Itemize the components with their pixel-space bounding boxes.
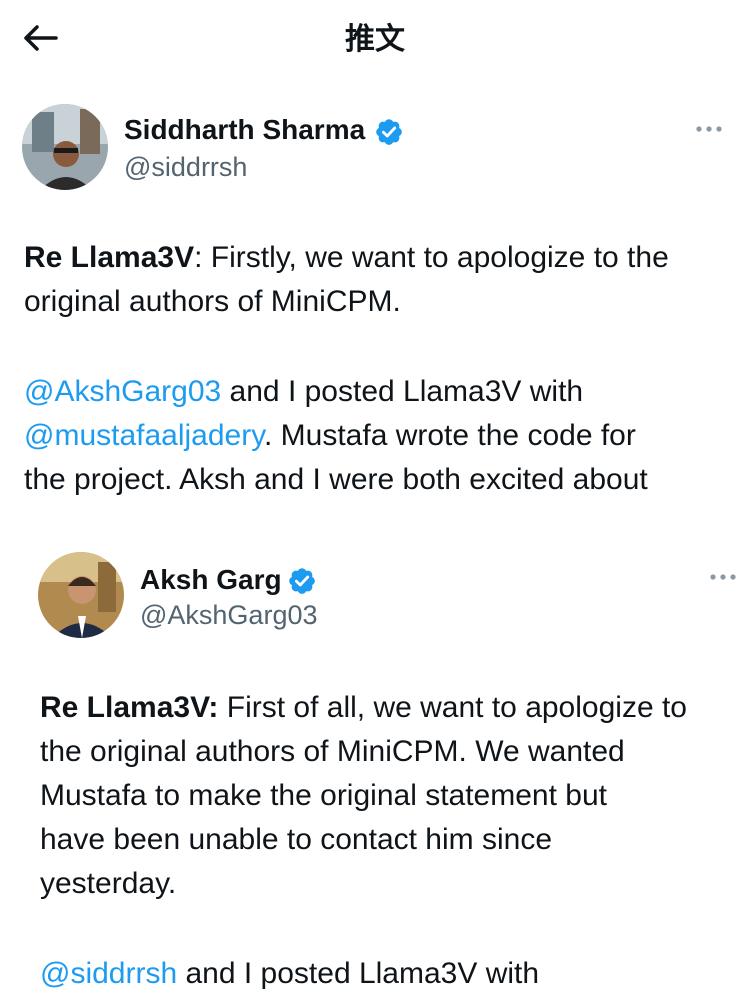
tweet-bold-text: Re Llama3V: xyxy=(40,691,219,724)
top-bar: 推文 xyxy=(0,0,750,80)
tweet-text: First of all, we want to apologize to xyxy=(218,691,687,724)
tweet-text: : Firstly, we want to apologize to the xyxy=(194,241,669,274)
tweet-line: @AkshGarg03 and I posted Llama3V with xyxy=(24,370,669,414)
tweet-line: Mustafa to make the original statement b… xyxy=(40,779,607,812)
tweet-line: the project. Aksh and I were both excite… xyxy=(24,463,648,496)
tweet-bold-text: Re Llama3V xyxy=(24,241,195,274)
avatar[interactable] xyxy=(22,104,108,190)
author-name[interactable]: Siddharth Sharma xyxy=(124,114,365,146)
tweet-body: Re Llama3V: First of all, we want to apo… xyxy=(40,686,687,996)
tweet-text: and I posted Llama3V with xyxy=(177,957,540,990)
tweet-line: Re Llama3V: First of all, we want to apo… xyxy=(40,686,687,730)
tweet-line: original authors of MiniCPM. xyxy=(24,285,401,318)
avatar[interactable] xyxy=(38,552,124,638)
verified-badge-icon xyxy=(289,568,315,594)
author-handle[interactable]: @siddrrsh xyxy=(124,152,247,183)
tweet-aksh[interactable]: Aksh Garg @AkshGarg03 Re Llama3V: First … xyxy=(0,540,750,1000)
tweet-line: Re Llama3V: Firstly, we want to apologiz… xyxy=(24,236,669,280)
tweet-line: yesterday. xyxy=(40,867,177,900)
more-horizontal-icon[interactable] xyxy=(694,124,724,134)
tweet-body: Re Llama3V: Firstly, we want to apologiz… xyxy=(24,236,669,502)
author-handle[interactable]: @AkshGarg03 xyxy=(140,600,318,631)
author-name[interactable]: Aksh Garg xyxy=(140,564,282,596)
mention-link[interactable]: @mustafaaljadery xyxy=(24,419,264,452)
mention-link[interactable]: @siddrrsh xyxy=(40,957,177,990)
verified-badge-icon xyxy=(376,119,402,145)
page-title: 推文 xyxy=(345,23,405,56)
tweet-line: @mustafaaljadery. Mustafa wrote the code… xyxy=(24,414,669,458)
tweet-text: . Mustafa wrote the code for xyxy=(264,419,636,452)
tweet-line: @siddrrsh and I posted Llama3V with xyxy=(40,952,687,996)
tweet-line: the original authors of MiniCPM. We want… xyxy=(40,735,625,768)
tweet-siddharth[interactable]: Siddharth Sharma @siddrrsh Re Llama3V: F… xyxy=(0,90,750,510)
more-horizontal-icon[interactable] xyxy=(708,572,738,582)
tweet-text: and I posted Llama3V with xyxy=(221,375,584,408)
mention-link[interactable]: @AkshGarg03 xyxy=(24,375,221,408)
tweet-line: have been unable to contact him since xyxy=(40,823,553,856)
